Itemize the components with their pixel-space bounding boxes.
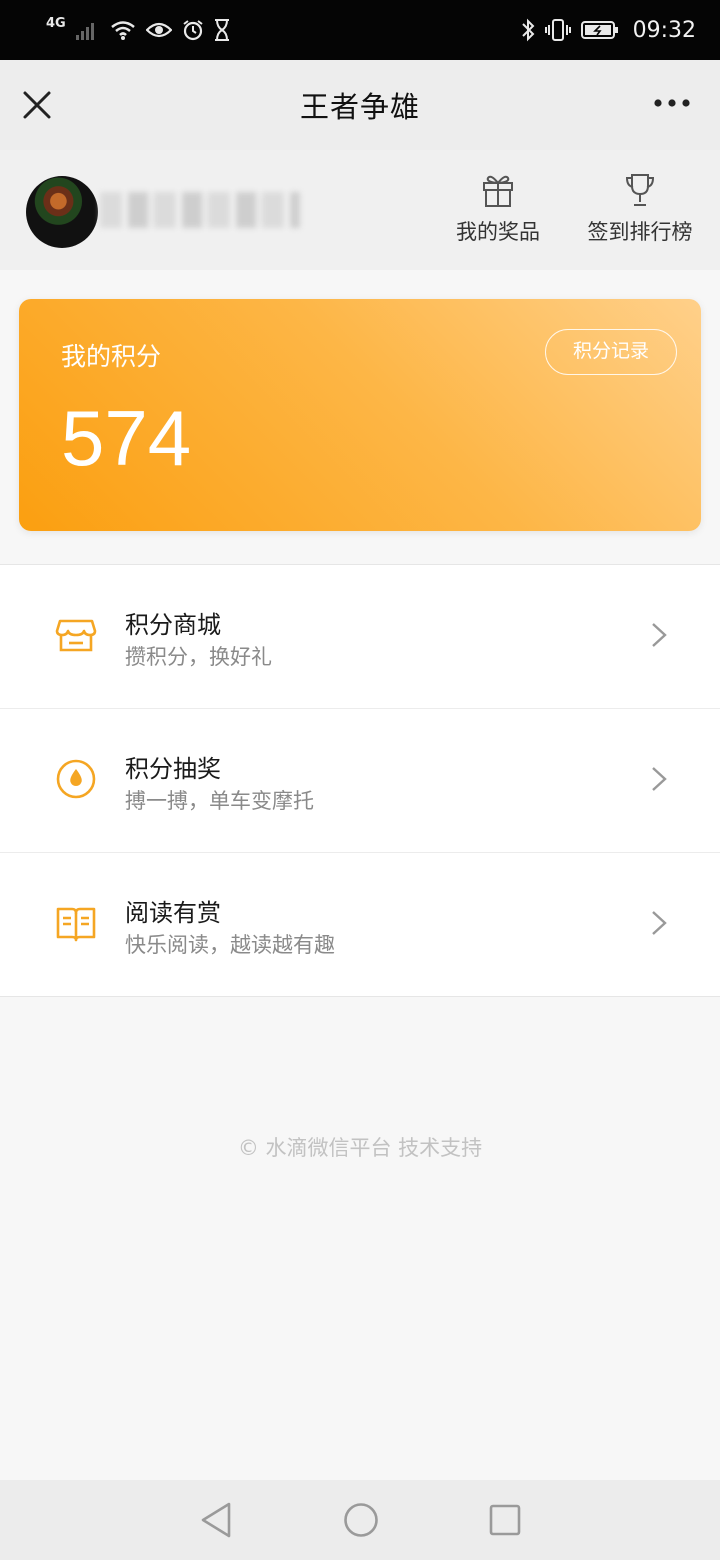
- points-value: 574: [61, 394, 192, 482]
- home-icon[interactable]: [343, 1502, 379, 1538]
- trophy-icon: [625, 174, 655, 206]
- menu-subtitle: 攒积分，换好礼: [125, 645, 272, 669]
- menu-item-points-lottery[interactable]: 积分抽奖 搏一搏，单车变摩托: [0, 709, 720, 853]
- nickname-redacted: [100, 192, 300, 228]
- chevron-right-icon: [652, 767, 667, 791]
- more-icon[interactable]: [652, 96, 692, 110]
- menu-subtitle: 快乐阅读，越读越有趣: [125, 933, 335, 957]
- menu-item-points-mall[interactable]: 积分商城 攒积分，换好礼: [0, 565, 720, 709]
- checkin-ranking-button[interactable]: 签到排行榜: [560, 172, 720, 246]
- page-title: 王者争雄: [299, 90, 420, 124]
- battery-icon: [580, 21, 618, 39]
- clock: 09:32: [632, 17, 696, 43]
- book-icon: [56, 907, 96, 942]
- footer-credit: © 水滴微信平台 技术支持: [237, 1136, 483, 1160]
- menu-title: 阅读有赏: [125, 899, 221, 927]
- chevron-right-icon: [652, 623, 667, 647]
- hourglass-icon: [214, 19, 229, 41]
- wifi-icon: [110, 21, 135, 40]
- menu-title: 积分抽奖: [125, 755, 221, 783]
- lottery-icon: [56, 759, 96, 799]
- alarm-icon: [183, 20, 203, 41]
- vibrate-icon: [544, 19, 571, 41]
- signal-icon: [75, 23, 94, 40]
- store-icon: [55, 619, 97, 652]
- points-record-button[interactable]: 积分记录: [545, 329, 677, 375]
- my-prizes-label: 我的奖品: [456, 220, 540, 244]
- menu-list: 积分商城 攒积分，换好礼 积分抽奖 搏一搏，单车变摩托 阅读有赏 快乐阅读，越读…: [0, 564, 720, 997]
- points-label: 我的积分: [61, 342, 162, 371]
- profile-section: 我的奖品 签到排行榜: [0, 150, 720, 270]
- checkin-ranking-label: 签到排行榜: [587, 220, 693, 244]
- recent-apps-icon[interactable]: [489, 1504, 521, 1536]
- header-bar: 王者争雄: [0, 60, 720, 150]
- chevron-right-icon: [652, 911, 667, 935]
- points-card: 我的积分 574 积分记录: [19, 299, 701, 531]
- avatar[interactable]: [26, 176, 98, 248]
- back-icon[interactable]: [199, 1501, 233, 1539]
- my-prizes-button[interactable]: 我的奖品: [418, 172, 578, 246]
- menu-subtitle: 搏一搏，单车变摩托: [125, 789, 314, 813]
- bluetooth-icon: [521, 18, 535, 42]
- status-bar: 4G 09:32: [0, 0, 720, 60]
- menu-item-reading-reward[interactable]: 阅读有赏 快乐阅读，越读越有趣: [0, 853, 720, 996]
- system-nav-bar: [0, 1480, 720, 1560]
- menu-title: 积分商城: [125, 611, 221, 639]
- eye-icon: [145, 22, 172, 38]
- gift-icon: [483, 175, 513, 207]
- network-type: 4G: [46, 15, 66, 31]
- status-left: 4G: [46, 15, 230, 41]
- status-right: 09:32: [521, 18, 696, 43]
